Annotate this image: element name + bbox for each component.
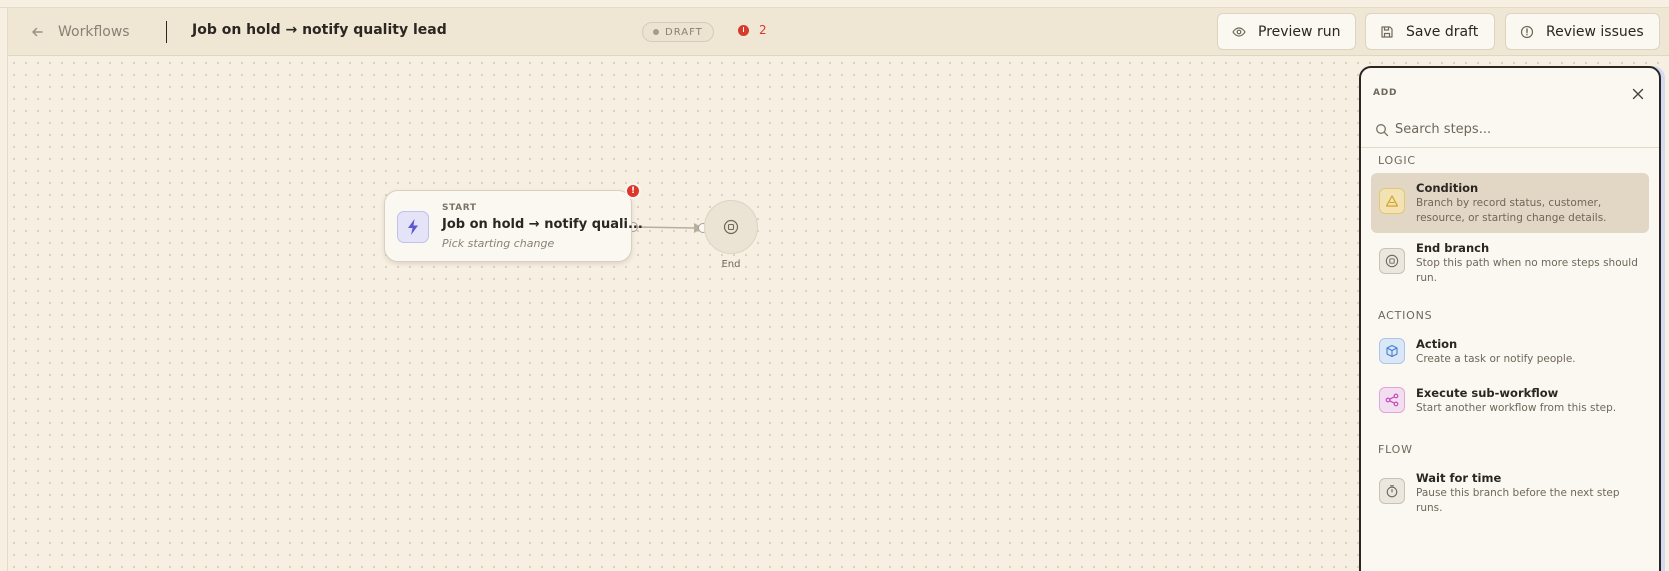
info-circle-icon <box>1520 25 1534 38</box>
window-top-strip <box>0 0 1669 8</box>
start-node[interactable]: START Job on hold → notify quali... Pick… <box>384 183 643 262</box>
panel-title: ADD <box>1373 88 1398 98</box>
back-label: Workflows <box>58 24 130 40</box>
share-nodes-icon <box>1379 387 1405 413</box>
start-node-title: Job on hold → notify quali... <box>442 217 643 232</box>
issue-count: 2 <box>759 23 767 37</box>
status-badge-label: DRAFT <box>665 26 703 38</box>
step-option-title: Action <box>1416 337 1458 351</box>
review-issues-label: Review issues <box>1546 23 1644 40</box>
step-option-wait-for-time[interactable]: Wait for time Pause this branch before t… <box>1371 466 1649 518</box>
window-left-strip <box>0 8 8 571</box>
save-draft-button[interactable]: Save draft <box>1365 13 1495 50</box>
step-option-title: Condition <box>1416 181 1479 195</box>
toolbar-divider <box>166 21 167 43</box>
workflow-toolbar: Workflows Job on hold → notify quality l… <box>8 8 1669 56</box>
step-option-end-branch[interactable]: End branch Stop this path when no more s… <box>1371 236 1649 288</box>
box-icon <box>1379 338 1405 364</box>
add-step-panel: ADD LOGIC Condition Branch by record sta… <box>1359 66 1661 571</box>
section-heading-actions: ACTIONS <box>1378 309 1433 322</box>
stop-circle-icon <box>723 219 739 235</box>
review-issues-button[interactable]: Review issues <box>1505 13 1660 50</box>
issue-indicator[interactable]: 2 <box>738 23 767 37</box>
alert-icon <box>738 24 749 36</box>
lightning-bolt-icon <box>397 211 429 243</box>
search-input[interactable] <box>1395 119 1645 139</box>
timer-icon <box>1379 478 1405 504</box>
close-icon[interactable] <box>1631 87 1645 101</box>
step-option-description: Pause this branch before the next step r… <box>1416 487 1620 514</box>
step-option-execute-sub-workflow[interactable]: Execute sub-workflow Start another workf… <box>1371 381 1649 425</box>
node-error-badge[interactable]: ! <box>625 183 641 199</box>
preview-run-label: Preview run <box>1258 23 1341 40</box>
step-option-description: Create a task or notify people. <box>1416 353 1576 365</box>
arrow-left-icon <box>32 27 43 37</box>
workflow-title: Job on hold → notify quality lead <box>192 22 447 38</box>
save-draft-label: Save draft <box>1406 23 1479 40</box>
step-option-title: End branch <box>1416 241 1490 255</box>
step-option-action[interactable]: Action Create a task or notify people. <box>1371 332 1649 376</box>
back-to-workflows-button[interactable]: Workflows <box>30 20 130 44</box>
status-dot-icon <box>653 29 659 35</box>
end-node-label: End <box>721 259 741 270</box>
step-option-description: Stop this path when no more steps should… <box>1416 257 1638 284</box>
step-option-description: Start another workflow from this step. <box>1416 402 1617 414</box>
floppy-disk-icon <box>1381 25 1393 38</box>
search-icon <box>1376 124 1389 137</box>
branch-triangle-icon <box>1379 188 1405 214</box>
step-search <box>1361 110 1659 148</box>
step-option-description: Branch by record status, customer, resou… <box>1416 197 1607 224</box>
end-node[interactable] <box>704 200 758 254</box>
step-option-title: Execute sub-workflow <box>1416 386 1559 400</box>
preview-run-button[interactable]: Preview run <box>1217 13 1356 50</box>
section-heading-flow: FLOW <box>1378 443 1413 456</box>
status-badge: DRAFT <box>642 22 714 42</box>
stop-circle-icon <box>1379 248 1405 274</box>
eye-icon <box>1232 26 1246 37</box>
start-node-kicker: START <box>442 203 477 213</box>
start-node-subtitle: Pick starting change <box>442 237 555 250</box>
step-option-title: Wait for time <box>1416 471 1502 485</box>
step-option-condition[interactable]: Condition Branch by record status, custo… <box>1371 173 1649 233</box>
section-heading-logic: LOGIC <box>1378 154 1416 167</box>
